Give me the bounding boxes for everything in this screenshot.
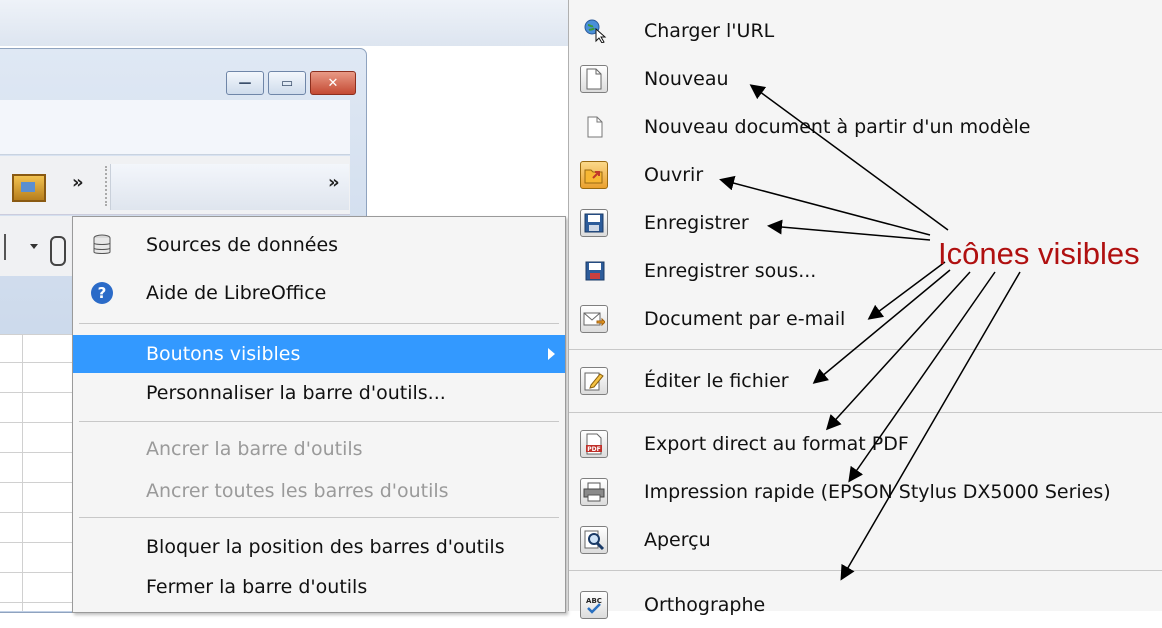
submenu-item-label: Nouveau <box>644 68 729 90</box>
submenu-item-label: Enregistrer <box>644 212 749 234</box>
menu-item-label: Ancrer la barre d'outils <box>146 438 363 460</box>
menu-item-label: Aide de LibreOffice <box>146 282 327 304</box>
open-folder-icon <box>580 161 608 189</box>
close-button[interactable]: ✕ <box>310 71 356 95</box>
menu-bar <box>0 100 350 155</box>
chevron-down-icon[interactable] <box>30 244 38 249</box>
svg-text:PDF: PDF <box>587 446 600 453</box>
submenu-item-new-from-template[interactable]: Nouveau document à partir d'un modèle <box>569 104 1162 150</box>
preview-icon <box>580 526 608 554</box>
toolbar-overflow-button[interactable]: » <box>72 172 84 193</box>
menu-item-label: Ancrer toutes les barres d'outils <box>146 480 449 502</box>
menu-separator <box>79 517 559 518</box>
new-document-icon <box>580 65 608 93</box>
formatting-toolbar <box>110 164 349 210</box>
menu-item-label: Personnaliser la barre d'outils... <box>146 382 446 404</box>
visible-buttons-submenu: Charger l'URL Nouveau Nouveau document à… <box>568 0 1162 619</box>
menu-separator <box>79 323 559 324</box>
desktop-top-band <box>0 0 575 46</box>
minimize-button[interactable]: — <box>226 71 264 95</box>
email-document-icon <box>580 305 608 333</box>
submenu-item-label: Orthographe <box>644 594 766 616</box>
submenu-item-label: Charger l'URL <box>644 20 775 42</box>
partial-tool-icon[interactable] <box>50 236 66 266</box>
annotation-label: Icônes visibles <box>938 236 1140 271</box>
toolbar-overflow-button-2[interactable]: » <box>328 172 340 193</box>
menu-item-lock-toolbars[interactable]: Bloquer la position des barres d'outils <box>73 527 565 567</box>
submenu-separator <box>569 349 1162 350</box>
spreadsheet-grid[interactable] <box>0 334 75 611</box>
submenu-item-open[interactable]: Ouvrir <box>569 152 1162 198</box>
menu-item-label: Bloquer la position des barres d'outils <box>146 536 505 558</box>
menu-item-dock-toolbar: Ancrer la barre d'outils <box>73 429 565 469</box>
maximize-button[interactable]: ▭ <box>268 71 306 95</box>
menu-item-help[interactable]: ? Aide de LibreOffice <box>73 273 565 313</box>
submenu-separator <box>569 570 1162 571</box>
submenu-item-label: Aperçu <box>644 529 711 551</box>
submenu-item-label: Impression rapide (EPSON Stylus DX5000 S… <box>644 481 1111 503</box>
submenu-item-label: Document par e-mail <box>644 308 846 330</box>
load-url-icon <box>583 19 607 43</box>
submenu-item-label: Enregistrer sous... <box>644 260 817 282</box>
submenu-item-export-pdf[interactable]: PDF Export direct au format PDF <box>569 421 1162 467</box>
submenu-item-load-url[interactable]: Charger l'URL <box>569 8 1162 54</box>
spelling-icon: ABC <box>580 591 608 619</box>
template-document-icon <box>583 115 607 139</box>
help-icon: ? <box>89 280 115 306</box>
submenu-item-spelling[interactable]: ABC Orthographe <box>569 582 1162 628</box>
menu-item-visible-buttons[interactable]: Boutons visibles <box>73 335 565 373</box>
menu-item-close-toolbar[interactable]: Fermer la barre d'outils <box>73 567 565 607</box>
save-as-icon <box>583 259 607 283</box>
database-icon <box>89 232 115 258</box>
submenu-item-preview[interactable]: Aperçu <box>569 517 1162 563</box>
submenu-item-edit-file[interactable]: Éditer le fichier <box>569 358 1162 404</box>
submenu-item-label: Éditer le fichier <box>644 370 789 392</box>
submenu-item-label: Ouvrir <box>644 164 704 186</box>
submenu-item-label: Nouveau document à partir d'un modèle <box>644 116 1031 138</box>
svg-text:?: ? <box>98 284 107 302</box>
menu-item-customize-toolbar[interactable]: Personnaliser la barre d'outils... <box>73 373 565 413</box>
pdf-icon: PDF <box>580 430 608 458</box>
submenu-item-quick-print[interactable]: Impression rapide (EPSON Stylus DX5000 S… <box>569 469 1162 515</box>
menu-item-label: Fermer la barre d'outils <box>146 576 368 598</box>
submenu-item-new[interactable]: Nouveau <box>569 56 1162 102</box>
menu-item-label: Sources de données <box>146 234 339 256</box>
menu-item-data-sources[interactable]: Sources de données <box>73 225 565 265</box>
submenu-arrow-icon <box>548 348 555 360</box>
save-icon <box>580 209 608 237</box>
image-icon[interactable] <box>12 174 46 202</box>
submenu-separator <box>569 412 1162 413</box>
edit-file-icon <box>580 367 608 395</box>
window-controls: — ▭ ✕ <box>226 71 356 95</box>
secondary-toolbar <box>0 216 80 276</box>
standard-toolbar: » » <box>0 156 350 215</box>
toolbar-grip[interactable] <box>105 166 108 206</box>
submenu-item-email-document[interactable]: Document par e-mail <box>569 296 1162 342</box>
menu-item-dock-all-toolbars: Ancrer toutes les barres d'outils <box>73 471 565 511</box>
menu-separator <box>79 421 559 422</box>
toolbar-context-menu: Sources de données ? Aide de LibreOffice… <box>72 216 566 613</box>
submenu-item-label: Export direct au format PDF <box>644 433 909 455</box>
menu-item-label: Boutons visibles <box>146 343 301 365</box>
print-icon <box>580 478 608 506</box>
toolbar-separator <box>4 234 6 260</box>
